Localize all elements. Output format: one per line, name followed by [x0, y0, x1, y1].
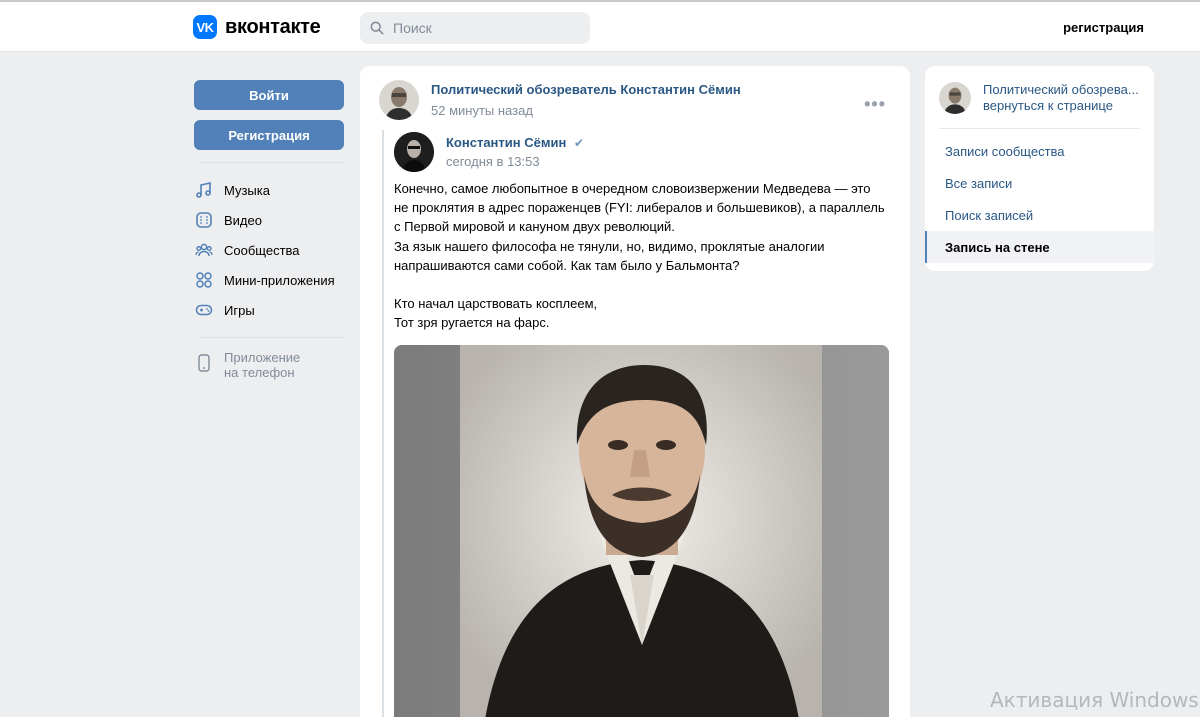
- search-box[interactable]: [360, 12, 590, 44]
- repost-author-avatar[interactable]: [394, 132, 434, 172]
- sidebar-item-mini-apps[interactable]: Мини-приложения: [194, 265, 350, 295]
- menu-all-posts[interactable]: Все записи: [925, 167, 1154, 199]
- repost-divider: [382, 130, 384, 717]
- vk-logo-icon: VK: [193, 15, 217, 39]
- sidebar-item-games[interactable]: Игры: [194, 295, 350, 325]
- vk-logo-text: вконтакте: [225, 15, 321, 38]
- menu-search-posts[interactable]: Поиск записей: [925, 199, 1154, 231]
- community-small-avatar[interactable]: [939, 82, 971, 114]
- menu-wall-post[interactable]: Запись на стене: [925, 231, 1154, 263]
- phone-app-link[interactable]: Приложение на телефон: [194, 350, 350, 380]
- register-link[interactable]: регистрация: [1063, 20, 1144, 35]
- vk-logo[interactable]: VK вконтакте: [193, 14, 321, 40]
- communities-icon: [194, 240, 214, 260]
- post-header: Политический обозреватель Константин Сём…: [379, 80, 741, 120]
- repost-header: Константин Сёмин ✔ сегодня в 13:53: [394, 132, 584, 172]
- menu-community-posts[interactable]: Записи сообщества: [925, 135, 1154, 167]
- sidebar-item-video[interactable]: Видео: [194, 205, 350, 235]
- search-icon: [370, 21, 384, 35]
- wall-post: Политический обозреватель Константин Сём…: [360, 66, 910, 717]
- community-avatar[interactable]: [379, 80, 419, 120]
- sidebar-item-label: Мини-приложения: [224, 272, 335, 288]
- back-link[interactable]: вернуться к странице: [983, 98, 1143, 114]
- phone-icon: [194, 350, 214, 372]
- repost-author[interactable]: Константин Сёмин: [446, 135, 566, 150]
- post-time[interactable]: 52 минуты назад: [431, 103, 741, 118]
- mini-apps-icon: [194, 270, 214, 290]
- more-options-icon[interactable]: •••: [864, 94, 886, 115]
- community-title[interactable]: Политический обозрева...: [983, 82, 1143, 98]
- post-photo[interactable]: [394, 345, 889, 717]
- sidebar-divider: [200, 162, 345, 163]
- video-icon: [194, 210, 214, 230]
- games-icon: [194, 300, 214, 320]
- portrait-image: [394, 345, 889, 717]
- phone-app-label-line2: на телефон: [224, 365, 295, 380]
- sidebar-item-label: Игры: [224, 302, 255, 318]
- sidebar-divider: [200, 337, 345, 338]
- sidebar-item-music[interactable]: Музыка: [194, 175, 350, 205]
- post-text: Конечно, самое любопытное в очередном сл…: [394, 181, 885, 331]
- music-icon: [194, 180, 214, 200]
- login-button[interactable]: Войти: [194, 80, 344, 110]
- sidebar-item-communities[interactable]: Сообщества: [194, 235, 350, 265]
- windows-activation-watermark: Активация Windows: [990, 688, 1199, 712]
- top-bar: VK вконтакте регистрация: [0, 0, 1200, 52]
- post-author[interactable]: Политический обозреватель Константин Сём…: [431, 82, 741, 97]
- phone-app-label-line1: Приложение: [224, 350, 301, 365]
- left-sidebar: Войти Регистрация Музыка Видео Сообществ…: [194, 80, 350, 380]
- register-button[interactable]: Регистрация: [194, 120, 344, 150]
- sidebar-item-label: Музыка: [224, 182, 270, 198]
- sidebar-item-label: Сообщества: [224, 242, 300, 258]
- sidebar-item-label: Видео: [224, 212, 262, 228]
- repost-time[interactable]: сегодня в 13:53: [446, 154, 584, 169]
- right-panel: Политический обозрева... вернуться к стр…: [925, 66, 1154, 271]
- right-divider: [939, 128, 1140, 129]
- verified-icon: ✔: [573, 136, 584, 150]
- back-to-page[interactable]: Политический обозрева... вернуться к стр…: [925, 66, 1154, 114]
- search-input[interactable]: [393, 20, 573, 36]
